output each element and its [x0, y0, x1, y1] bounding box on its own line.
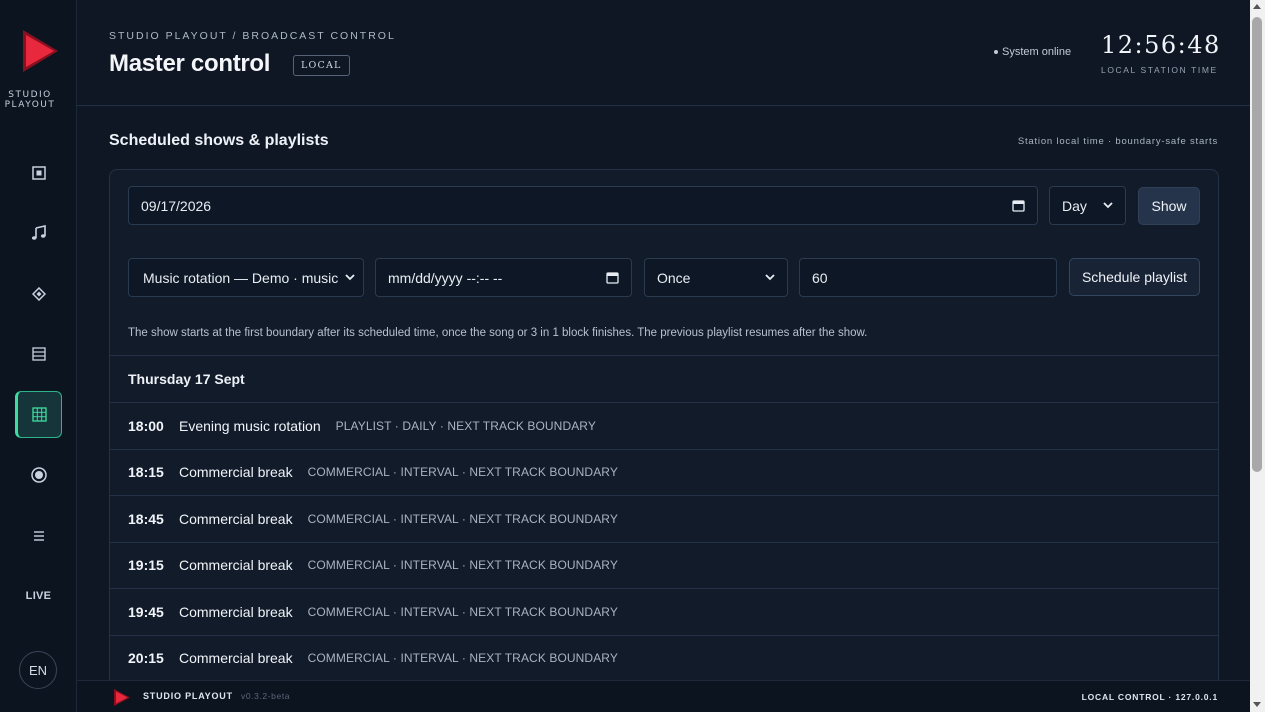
footer-connection: LOCAL CONTROL · 127.0.0.1 [1081, 692, 1218, 702]
diamond-icon [31, 286, 46, 301]
footer-version: v0.3.2-beta [241, 691, 291, 701]
page-title: Master control [109, 50, 271, 77]
duration-value: 60 [812, 269, 828, 286]
sidebar-item-menu[interactable] [15, 512, 62, 559]
sidebar-item-monitor[interactable] [15, 149, 62, 196]
repeat-select[interactable]: Once [644, 258, 788, 297]
mode-badge: LOCAL [293, 55, 350, 76]
entry-meta: COMMERCIAL · INTERVAL · NEXT TRACK BOUND… [307, 465, 618, 480]
entry-time: 19:45 [128, 603, 164, 620]
date-value: 09/17/2026 [141, 197, 212, 214]
entry-name: Evening music rotation [179, 417, 321, 434]
status-dot-icon [994, 50, 998, 55]
menu-icon [33, 530, 44, 541]
sidebar-item-list[interactable] [15, 330, 62, 377]
scroll-up-icon[interactable] [1253, 4, 1261, 9]
entry-time: 18:00 [128, 417, 164, 434]
play-logo-icon[interactable] [20, 28, 60, 74]
live-label: LIVE [25, 589, 52, 602]
view-select[interactable]: Day [1049, 186, 1126, 225]
record-icon [30, 466, 47, 483]
footer-brand: STUDIO PLAYOUT [143, 691, 233, 701]
list-icon [31, 346, 46, 361]
system-status: System online [994, 46, 1071, 58]
show-button[interactable]: Show [1138, 187, 1200, 225]
section-title: Scheduled shows & playlists [109, 132, 329, 149]
schedule-entry[interactable]: 18:00 Evening music rotation PLAYLIST · … [110, 402, 1218, 449]
chevron-down-icon [1103, 202, 1113, 209]
sidebar-item-schedule[interactable] [15, 391, 62, 438]
sidebar: STUDIO PLAYOUT LIVE EN [0, 0, 77, 712]
playlist-select-value: Music rotation — Demo · music [143, 269, 339, 286]
scroll-thumb[interactable] [1252, 17, 1262, 472]
section-note: Station local time · boundary-safe start… [1017, 136, 1218, 147]
schedule-hint: The show starts at the first boundary af… [128, 327, 868, 339]
calendar-grid-icon [32, 407, 47, 422]
entry-name: Commercial break [179, 650, 293, 667]
header: STUDIO PLAYOUT / BROADCAST CONTROL Maste… [77, 0, 1250, 106]
schedule-entry[interactable]: 20:15 Commercial break COMMERCIAL · INTE… [110, 634, 1218, 682]
sidebar-item-live[interactable]: LIVE [15, 572, 62, 619]
station-clock: 12:56:48 [1101, 31, 1221, 59]
entry-name: Commercial break [179, 603, 293, 620]
sidebar-item-music[interactable] [15, 209, 62, 256]
main-content: Scheduled shows & playlists Station loca… [77, 106, 1250, 699]
brand-label: STUDIO PLAYOUT [4, 90, 56, 110]
chevron-down-icon [765, 274, 775, 281]
datetime-input[interactable]: mm/dd/yyyy --:-- -- [375, 258, 632, 297]
date-input[interactable]: 09/17/2026 [128, 186, 1038, 225]
monitor-icon [31, 165, 46, 180]
status-text: System online [1002, 46, 1072, 58]
schedule-entry[interactable]: 18:15 Commercial break COMMERCIAL · INTE… [110, 448, 1218, 496]
playlist-select[interactable]: Music rotation — Demo · music [128, 258, 364, 297]
sidebar-item-diamond[interactable] [15, 270, 62, 317]
entry-meta: PLAYLIST · DAILY · NEXT TRACK BOUNDARY [335, 418, 596, 433]
schedule-playlist-button[interactable]: Schedule playlist [1069, 258, 1200, 296]
entry-meta: COMMERCIAL · INTERVAL · NEXT TRACK BOUND… [307, 604, 618, 619]
repeat-select-value: Once [657, 269, 691, 286]
sidebar-item-record[interactable] [15, 451, 62, 498]
entry-name: Commercial break [179, 557, 293, 574]
schedule-entry[interactable]: 18:45 Commercial break COMMERCIAL · INTE… [110, 495, 1218, 542]
music-note-icon [31, 224, 46, 240]
footer: STUDIO PLAYOUT v0.3.2-beta LOCAL CONTROL… [77, 680, 1250, 712]
entry-time: 18:15 [128, 464, 164, 481]
breadcrumb: STUDIO PLAYOUT / BROADCAST CONTROL [109, 30, 396, 42]
schedule-panel: 09/17/2026 Day Show Music rotation — Dem… [109, 169, 1219, 699]
entry-time: 20:15 [128, 650, 164, 667]
entry-meta: COMMERCIAL · INTERVAL · NEXT TRACK BOUND… [307, 558, 618, 573]
entry-time: 18:45 [128, 510, 164, 527]
clock-label: LOCAL STATION TIME [1101, 65, 1218, 75]
language-switch[interactable]: EN [19, 651, 57, 689]
entry-time: 19:15 [128, 557, 164, 574]
entry-meta: COMMERCIAL · INTERVAL · NEXT TRACK BOUND… [307, 651, 618, 666]
chevron-down-icon [345, 274, 355, 281]
entry-name: Commercial break [179, 464, 293, 481]
schedule-entry[interactable]: 19:45 Commercial break COMMERCIAL · INTE… [110, 588, 1218, 635]
scroll-down-icon[interactable] [1253, 702, 1261, 707]
entry-name: Commercial break [179, 510, 293, 527]
play-logo-icon [114, 689, 130, 706]
duration-input[interactable]: 60 [799, 258, 1057, 297]
view-select-value: Day [1062, 197, 1087, 214]
datetime-placeholder: mm/dd/yyyy --:-- -- [388, 269, 503, 286]
calendar-icon[interactable] [606, 271, 619, 284]
calendar-icon[interactable] [1012, 199, 1025, 212]
day-heading: Thursday 17 Sept [110, 355, 1218, 402]
scrollbar[interactable] [1250, 0, 1265, 712]
schedule-entry[interactable]: 19:15 Commercial break COMMERCIAL · INTE… [110, 541, 1218, 589]
schedule-list: Thursday 17 Sept 18:00 Evening music rot… [110, 355, 1218, 681]
entry-meta: COMMERCIAL · INTERVAL · NEXT TRACK BOUND… [307, 511, 618, 526]
